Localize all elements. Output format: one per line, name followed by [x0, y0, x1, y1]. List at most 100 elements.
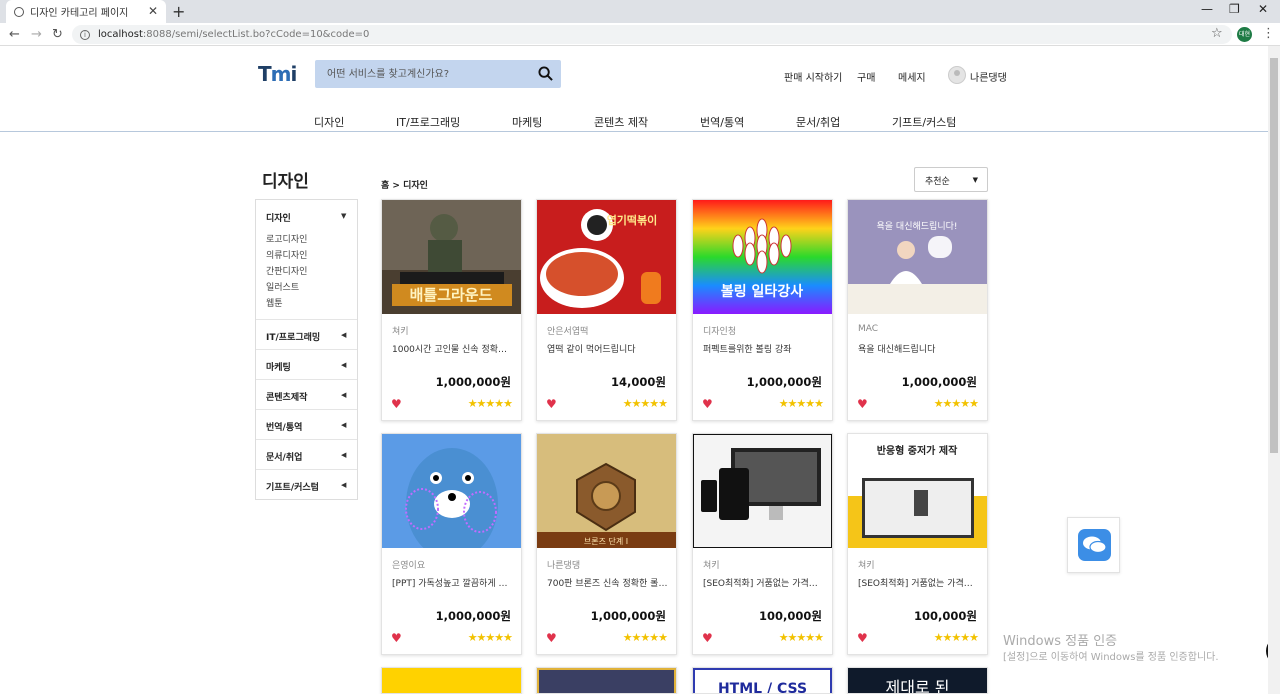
nav-start-selling[interactable]: 판매 시작하기	[784, 69, 842, 84]
product-card[interactable]: 반응형 중저가 제작 쳐키 [SEO최적화] 거품없는 가격으로 반응형 웹 1…	[847, 433, 988, 655]
bookmark-star-icon[interactable]: ☆	[1211, 26, 1223, 41]
product-thumbnail[interactable]: 볼링 일타강사	[693, 200, 832, 314]
product-card[interactable]: 제대로 된	[847, 667, 988, 694]
sidebar-sub-signboard[interactable]: 간판디자인	[266, 264, 307, 277]
sidebar-item-it[interactable]: IT/프로그래밍	[266, 330, 320, 343]
heart-icon[interactable]: ♥	[857, 398, 868, 410]
product-title[interactable]: [PPT] 가독성높고 깔끔하게 만들어드립니다	[392, 576, 514, 589]
chat-button[interactable]	[1067, 517, 1120, 573]
globe-icon	[14, 6, 24, 17]
site-logo[interactable]: Tmi	[258, 62, 297, 86]
new-tab-button[interactable]: +	[172, 2, 185, 21]
sidebar-item-documents[interactable]: 문서/취업	[266, 450, 302, 463]
product-title[interactable]: [SEO최적화] 거품없는 가격으로 반응형 웹	[858, 576, 980, 589]
category-content[interactable]: 콘텐츠 제작	[594, 114, 648, 130]
sidebar-item-marketing[interactable]: 마케팅	[266, 360, 291, 373]
caret-down-icon: ▼	[972, 176, 978, 184]
product-card[interactable]: 쳐키 [SEO최적화] 거품없는 가격으로 반응형 웹 100,000원 ♥ ★…	[692, 433, 833, 655]
caret-left-icon[interactable]: ◀	[341, 451, 346, 459]
category-it[interactable]: IT/프로그래밍	[396, 114, 460, 130]
heart-icon[interactable]: ♥	[702, 398, 713, 410]
sidebar-sub-illustration[interactable]: 일러스트	[266, 280, 299, 293]
tab-close-icon[interactable]: ✕	[148, 4, 158, 18]
profile-avatar[interactable]: 대현	[1237, 27, 1252, 42]
caret-left-icon[interactable]: ◀	[341, 331, 346, 339]
category-gift[interactable]: 기프트/커스텀	[892, 114, 956, 130]
caret-left-icon[interactable]: ◀	[341, 481, 346, 489]
caret-left-icon[interactable]: ◀	[341, 391, 346, 399]
user-avatar[interactable]	[948, 66, 966, 84]
user-name[interactable]: 나른댕댕	[970, 69, 1007, 84]
product-card[interactable]: HTML / CSS	[692, 667, 833, 694]
info-icon[interactable]: i	[80, 29, 90, 40]
caret-left-icon[interactable]: ◀	[341, 421, 346, 429]
menu-icon[interactable]: ⋮	[1262, 26, 1275, 41]
back-icon[interactable]: ←	[9, 27, 20, 42]
url-path: :8088/semi/selectList.bo?cCode=10&code=0	[142, 29, 370, 40]
product-card[interactable]: 엽기떡볶이 안은서엽떡 엽떡 같이 먹어드립니다 14,000원 ♥ ★★★★★	[536, 199, 677, 421]
product-price: 1,000,000원	[746, 375, 822, 389]
heart-icon[interactable]: ♥	[546, 632, 557, 644]
sidebar-sub-webtoon[interactable]: 웹툰	[266, 296, 283, 309]
product-title[interactable]: 1000시간 고인물 신속 정확한 레벨업	[392, 342, 514, 355]
product-title[interactable]: 퍼펙트를위한 볼링 강좌	[703, 342, 825, 355]
product-title[interactable]: 엽떡 같이 먹어드립니다	[547, 342, 669, 355]
sidebar-sub-clothing[interactable]: 의류디자인	[266, 248, 307, 261]
forward-icon[interactable]: →	[31, 27, 42, 42]
product-title[interactable]: 700판 브론즈 신속 정확한 롤 대리	[547, 576, 669, 589]
sort-select[interactable]: 추천순 ▼	[914, 167, 988, 192]
product-thumbnail[interactable]: 반응형 중저가 제작	[848, 434, 987, 548]
product-thumbnail[interactable]	[537, 668, 676, 693]
minimize-icon[interactable]: —	[1201, 2, 1213, 16]
sidebar-sub-logo[interactable]: 로고디자인	[266, 232, 307, 245]
restore-icon[interactable]: ❐	[1229, 2, 1240, 16]
category-translation[interactable]: 번역/통역	[700, 114, 744, 130]
sidebar-item-content[interactable]: 콘텐츠제작	[266, 390, 307, 403]
product-thumbnail[interactable]: HTML / CSS	[693, 668, 832, 694]
product-thumbnail[interactable]: 욕을 대신해드립니다!	[848, 200, 987, 314]
window-close-icon[interactable]: ✕	[1258, 2, 1268, 16]
sidebar-item-design[interactable]: 디자인	[266, 211, 291, 224]
url-field[interactable]: i localhost:8088/semi/selectList.bo?cCod…	[72, 25, 1232, 44]
heart-icon[interactable]: ♥	[546, 398, 557, 410]
product-thumbnail[interactable]: 엽기떡볶이	[537, 200, 676, 314]
heart-icon[interactable]: ♥	[391, 632, 402, 644]
product-title[interactable]: [SEO최적화] 거품없는 가격으로 반응형 웹	[703, 576, 825, 589]
nav-messages[interactable]: 메세지	[898, 69, 926, 84]
product-card[interactable]	[381, 667, 522, 694]
thumb-text: HTML / CSS	[717, 681, 808, 694]
reload-icon[interactable]: ↻	[52, 27, 63, 42]
caret-left-icon[interactable]: ◀	[341, 361, 346, 369]
search-icon[interactable]	[538, 66, 553, 81]
heart-icon[interactable]: ♥	[391, 398, 402, 410]
product-thumbnail[interactable]	[693, 434, 832, 548]
category-design[interactable]: 디자인	[314, 114, 344, 130]
product-card[interactable]: 배틀그라운드 쳐키 1000시간 고인물 신속 정확한 레벨업 1,000,00…	[381, 199, 522, 421]
product-thumbnail[interactable]	[382, 668, 521, 693]
product-thumbnail[interactable]: 브론즈 단계 I	[537, 434, 676, 548]
product-card[interactable]	[536, 667, 677, 694]
product-card[interactable]: 볼링 일타강사 디자인청 퍼펙트를위한 볼링 강좌 1,000,000원 ♥ ★…	[692, 199, 833, 421]
heart-icon[interactable]: ♥	[702, 632, 713, 644]
sidebar-item-translation[interactable]: 번역/통역	[266, 420, 302, 433]
caret-down-icon[interactable]: ▼	[341, 212, 346, 220]
product-card[interactable]: 욕을 대신해드립니다! MAC 욕을 대신해드립니다 1,000,000원 ♥ …	[847, 199, 988, 421]
product-thumbnail[interactable]	[382, 434, 521, 548]
nav-purchase[interactable]: 구매	[857, 69, 875, 84]
sidebar-item-gift[interactable]: 기프트/커스텀	[266, 480, 319, 493]
seller-name: 쳐키	[858, 561, 875, 571]
divider	[256, 379, 357, 380]
rating-stars: ★★★★★	[933, 631, 979, 644]
product-card[interactable]: 은영이요 [PPT] 가독성높고 깔끔하게 만들어드립니다 1,000,000원…	[381, 433, 522, 655]
search-input[interactable]	[315, 60, 525, 88]
product-card[interactable]: 브론즈 단계 I 나른댕댕 700판 브론즈 신속 정확한 롤 대리 1,000…	[536, 433, 677, 655]
product-thumbnail[interactable]: 제대로 된	[848, 668, 987, 693]
category-documents[interactable]: 문서/취업	[796, 114, 840, 130]
category-marketing[interactable]: 마케팅	[512, 114, 542, 130]
browser-tab[interactable]: 디자인 카테고리 페이지 ✕	[6, 0, 166, 23]
scrollbar-thumb[interactable]	[1270, 58, 1278, 453]
product-thumbnail[interactable]: 배틀그라운드	[382, 200, 521, 314]
divider	[256, 319, 357, 320]
product-title[interactable]: 욕을 대신해드립니다	[858, 342, 980, 355]
heart-icon[interactable]: ♥	[857, 632, 868, 644]
